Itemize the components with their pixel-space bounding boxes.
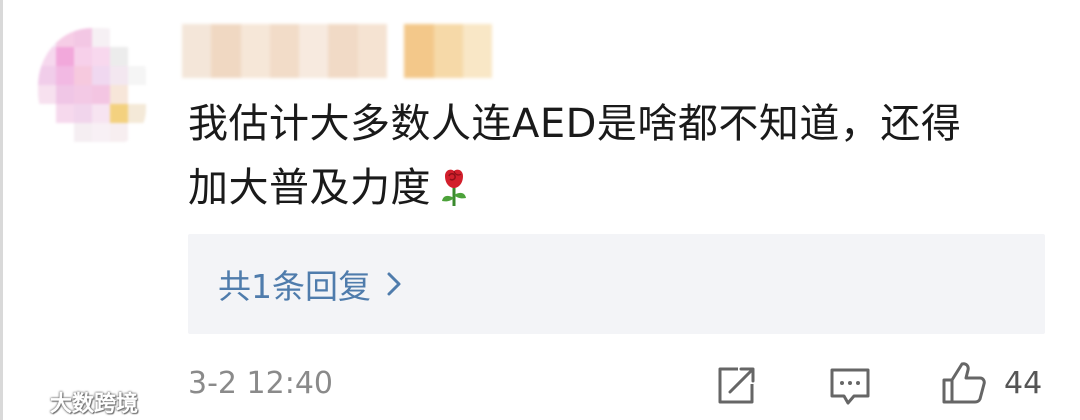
comment-text: 我估计大多数人连AED是啥都不知道，还得 加大普及力度 — [188, 92, 1058, 220]
replies-label: 共1条回复 — [218, 267, 371, 306]
share-icon[interactable] — [714, 364, 758, 408]
window-edge — [0, 0, 3, 420]
username[interactable] — [182, 24, 493, 78]
view-replies-link[interactable]: 共1条回复 — [218, 260, 403, 308]
rose-emoji-icon — [442, 169, 466, 206]
avatar[interactable] — [38, 28, 146, 144]
watermark-text: 大数跨境 — [50, 392, 139, 417]
comment-line-1: 我估计大多数人连AED是啥都不知道，还得 — [188, 101, 962, 147]
watermark: 大数跨境 — [6, 386, 138, 418]
comment-icon[interactable] — [828, 364, 872, 408]
thumbs-up-icon[interactable] — [940, 360, 988, 406]
comment-line-2: 加大普及力度 — [188, 165, 431, 211]
comment-timestamp: 3-2 12:40 — [188, 366, 333, 401]
like-count: 44 — [1004, 366, 1043, 401]
replies-panel: 共1条回复 — [188, 234, 1045, 334]
chevron-right-icon — [387, 272, 401, 296]
watermark-logo-icon — [7, 392, 45, 413]
